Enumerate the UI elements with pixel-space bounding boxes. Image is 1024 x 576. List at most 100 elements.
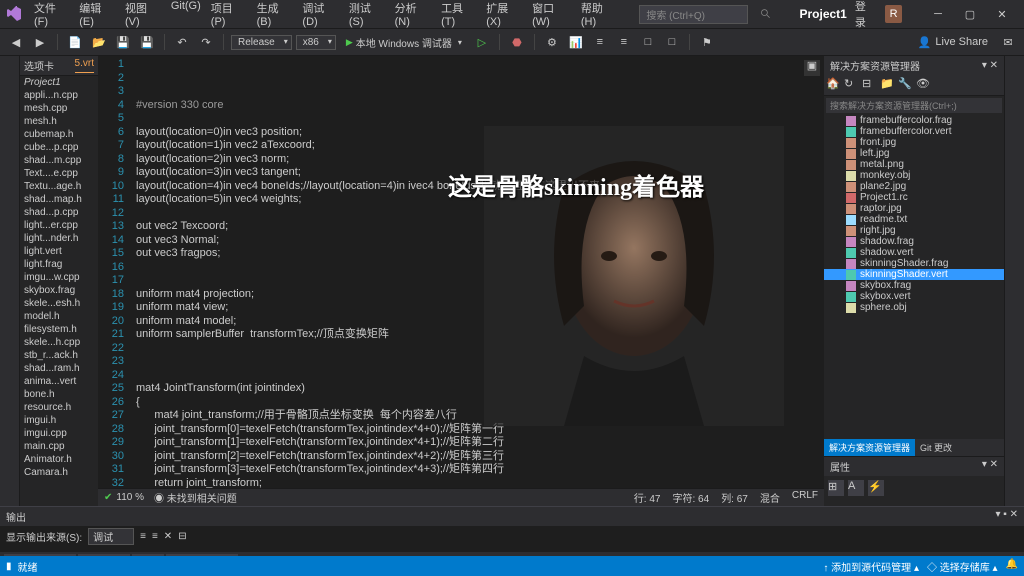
tool2-icon[interactable]: 📊 [566,32,586,52]
open-file-item[interactable]: cubemap.h [20,128,98,141]
minimize-button[interactable]: ─ [922,2,954,26]
open-file-item[interactable]: main.cpp [20,440,98,453]
open-icon[interactable]: 📂 [89,32,109,52]
search-input[interactable]: 搜索 (Ctrl+Q) [639,5,747,24]
open-file-item[interactable]: imgu...w.cpp [20,271,98,284]
active-tab-name[interactable]: 5.vrt [75,58,94,73]
indent-icon[interactable]: ≡ [590,32,610,52]
close-button[interactable]: ✕ [986,2,1018,26]
open-file-item[interactable]: shad...ram.h [20,362,98,375]
props-cat-icon[interactable]: ⊞ [828,480,844,496]
redo-icon[interactable]: ↷ [196,32,216,52]
solution-file-item[interactable]: skybox.frag [824,280,1004,291]
solution-search[interactable]: 搜索解决方案资源管理器(Ctrl+;) [826,98,1002,113]
menu-item[interactable]: Git(G) [167,0,205,30]
open-file-item[interactable]: mesh.cpp [20,102,98,115]
open-file-item[interactable]: appli...n.cpp [20,89,98,102]
props-icon[interactable]: 🔧 [898,77,914,93]
open-file-item[interactable]: filesystem.h [20,323,98,336]
user-avatar[interactable]: R [885,5,902,23]
solution-file-item[interactable]: framebuffercolor.vert [824,126,1004,137]
solution-file-item[interactable]: left.jpg [824,148,1004,159]
out-wrap-icon[interactable]: ≡ [152,531,158,542]
preview-icon[interactable]: 👁 [916,77,932,93]
split-icon[interactable]: ▣ [804,60,820,76]
bookmark-icon[interactable]: ⚑ [697,32,717,52]
open-file-item[interactable]: cube...p.cpp [20,141,98,154]
output-source-dropdown[interactable]: 调试 [88,528,134,545]
nav-fwd-icon[interactable]: ▶ [30,32,50,52]
open-file-item[interactable]: light.frag [20,258,98,271]
maximize-button[interactable]: ▢ [954,2,986,26]
save-all-icon[interactable]: 💾 [137,32,157,52]
solution-file-item[interactable]: plane2.jpg [824,181,1004,192]
solution-file-item[interactable]: shadow.frag [824,236,1004,247]
open-file-item[interactable]: Textu...age.h [20,180,98,193]
solution-file-item[interactable]: front.jpg [824,137,1004,148]
menu-item[interactable]: 生成(B) [253,0,297,30]
open-file-item[interactable]: Text....e.cpp [20,167,98,180]
out-tool-icon[interactable]: ⊟ [178,531,186,542]
notification-icon[interactable]: 🔔 [1006,559,1018,574]
menu-item[interactable]: 项目(P) [207,0,251,30]
solution-file-item[interactable]: raptor.jpg [824,203,1004,214]
open-file-item[interactable]: resource.h [20,401,98,414]
new-item-icon[interactable]: 📄 [65,32,85,52]
panel-menu-icon[interactable]: ▾ ✕ [982,60,998,71]
props-events-icon[interactable]: ⚡ [868,480,884,496]
comment-icon[interactable]: □ [638,32,658,52]
output-close-icon[interactable]: ▾ ▪ ✕ [996,509,1019,524]
undo-icon[interactable]: ↶ [172,32,192,52]
solution-file-item[interactable]: shadow.vert [824,247,1004,258]
menu-item[interactable]: 工具(T) [437,0,480,30]
props-alpha-icon[interactable]: A [848,480,864,496]
menu-item[interactable]: 调试(D) [298,0,342,30]
open-file-item[interactable]: skele...esh.h [20,297,98,310]
sync-icon[interactable]: ↻ [844,77,860,93]
open-file-item[interactable]: stb_r...ack.h [20,349,98,362]
source-control-button[interactable]: ↑ 添加到源代码管理 ▴ [823,559,919,574]
stop-icon[interactable]: ⬣ [507,32,527,52]
tool-icon[interactable]: ⚙ [542,32,562,52]
open-file-item[interactable]: light.vert [20,245,98,258]
nav-back-icon[interactable]: ◀ [6,32,26,52]
config-dropdown[interactable]: Release [231,35,292,50]
open-file-item[interactable]: imgui.h [20,414,98,427]
solution-file-item[interactable]: skinningShader.vert [824,269,1004,280]
open-file-item[interactable]: light...er.cpp [20,219,98,232]
solution-file-item[interactable]: readme.txt [824,214,1004,225]
tab-solution[interactable]: 解决方案资源管理器 [824,439,915,456]
run-button[interactable]: ▶本地 Windows 调试器▾ [340,33,468,52]
open-file-item[interactable]: skele...h.cpp [20,336,98,349]
uncomment-icon[interactable]: □ [662,32,682,52]
open-file-item[interactable]: mesh.h [20,115,98,128]
open-file-item[interactable]: imgui.cpp [20,427,98,440]
solution-file-item[interactable]: metal.png [824,159,1004,170]
open-file-item[interactable]: shad...p.cpp [20,206,98,219]
code-content[interactable]: #version 330 core layout(location=0)in v… [132,56,824,488]
menu-item[interactable]: 视图(V) [121,0,165,30]
open-file-item[interactable]: light...nder.h [20,232,98,245]
feedback-icon[interactable]: ✉ [998,32,1018,52]
menu-item[interactable]: 文件(F) [30,0,73,30]
login-link[interactable]: 登录 [855,0,875,30]
menu-item[interactable]: 测试(S) [345,0,389,30]
open-file-item[interactable]: Camara.h [20,466,98,479]
menu-item[interactable]: 分析(N) [391,0,435,30]
open-file-item[interactable]: model.h [20,310,98,323]
out-clear-icon[interactable]: ≡ [140,531,146,542]
menu-item[interactable]: 扩展(X) [482,0,526,30]
open-file-item[interactable]: Animator.h [20,453,98,466]
live-share-button[interactable]: 👤Live Share [912,34,994,51]
tab-git[interactable]: Git 更改 [915,439,957,456]
solution-file-item[interactable]: sphere.obj [824,302,1004,313]
solution-file-item[interactable]: monkey.obj [824,170,1004,181]
out-goto-icon[interactable]: ✕ [164,531,172,542]
menu-item[interactable]: 帮助(H) [577,0,621,30]
zoom-level[interactable]: 110 % [116,492,144,503]
menu-item[interactable]: 编辑(E) [75,0,119,30]
open-file-item[interactable]: anima...vert [20,375,98,388]
menu-item[interactable]: 窗口(W) [528,0,575,30]
solution-file-item[interactable]: framebuffercolor.frag [824,115,1004,126]
platform-dropdown[interactable]: x86 [296,35,336,50]
